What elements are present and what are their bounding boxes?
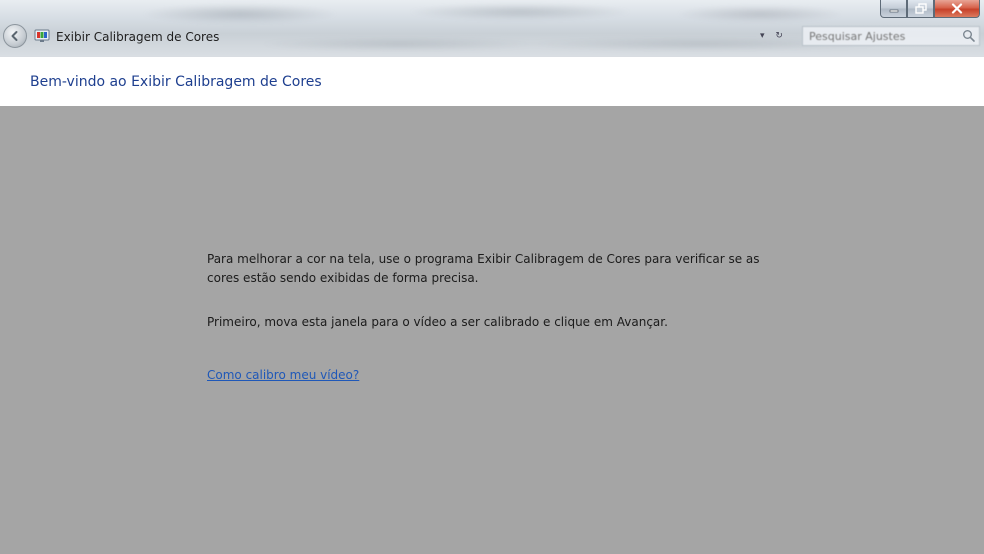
close-icon	[951, 3, 963, 14]
intro-paragraph: Para melhorar a cor na tela, use o progr…	[207, 252, 760, 285]
minimize-button[interactable]	[880, 0, 907, 18]
back-button[interactable]	[3, 24, 27, 48]
restore-button[interactable]	[907, 0, 934, 18]
search-input[interactable]	[802, 26, 980, 46]
back-arrow-icon	[11, 31, 18, 41]
header-band: Bem-vindo ao Exibir Calibragem de Cores	[0, 56, 984, 106]
recent-pages-dropdown[interactable]: ▾ ↻	[760, 31, 787, 41]
page-title: Bem-vindo ao Exibir Calibragem de Cores	[30, 74, 322, 90]
minimize-icon	[889, 9, 898, 12]
help-link[interactable]: Como calibro meu vídeo?	[207, 366, 359, 385]
close-button[interactable]	[934, 0, 980, 18]
restore-icon	[914, 3, 927, 14]
search-icon[interactable]	[962, 29, 976, 43]
color-calibration-icon	[34, 29, 50, 42]
calibration-window: Exibir Calibragem de Cores ▾ ↻ Pesquisar…	[0, 0, 984, 554]
instruction-paragraph: Primeiro, mova esta janela para o vídeo …	[207, 315, 668, 329]
window-controls	[880, 0, 980, 19]
title-bar[interactable]: Exibir Calibragem de Cores ▾ ↻	[0, 0, 984, 56]
window-title: Exibir Calibragem de Cores	[56, 30, 220, 44]
